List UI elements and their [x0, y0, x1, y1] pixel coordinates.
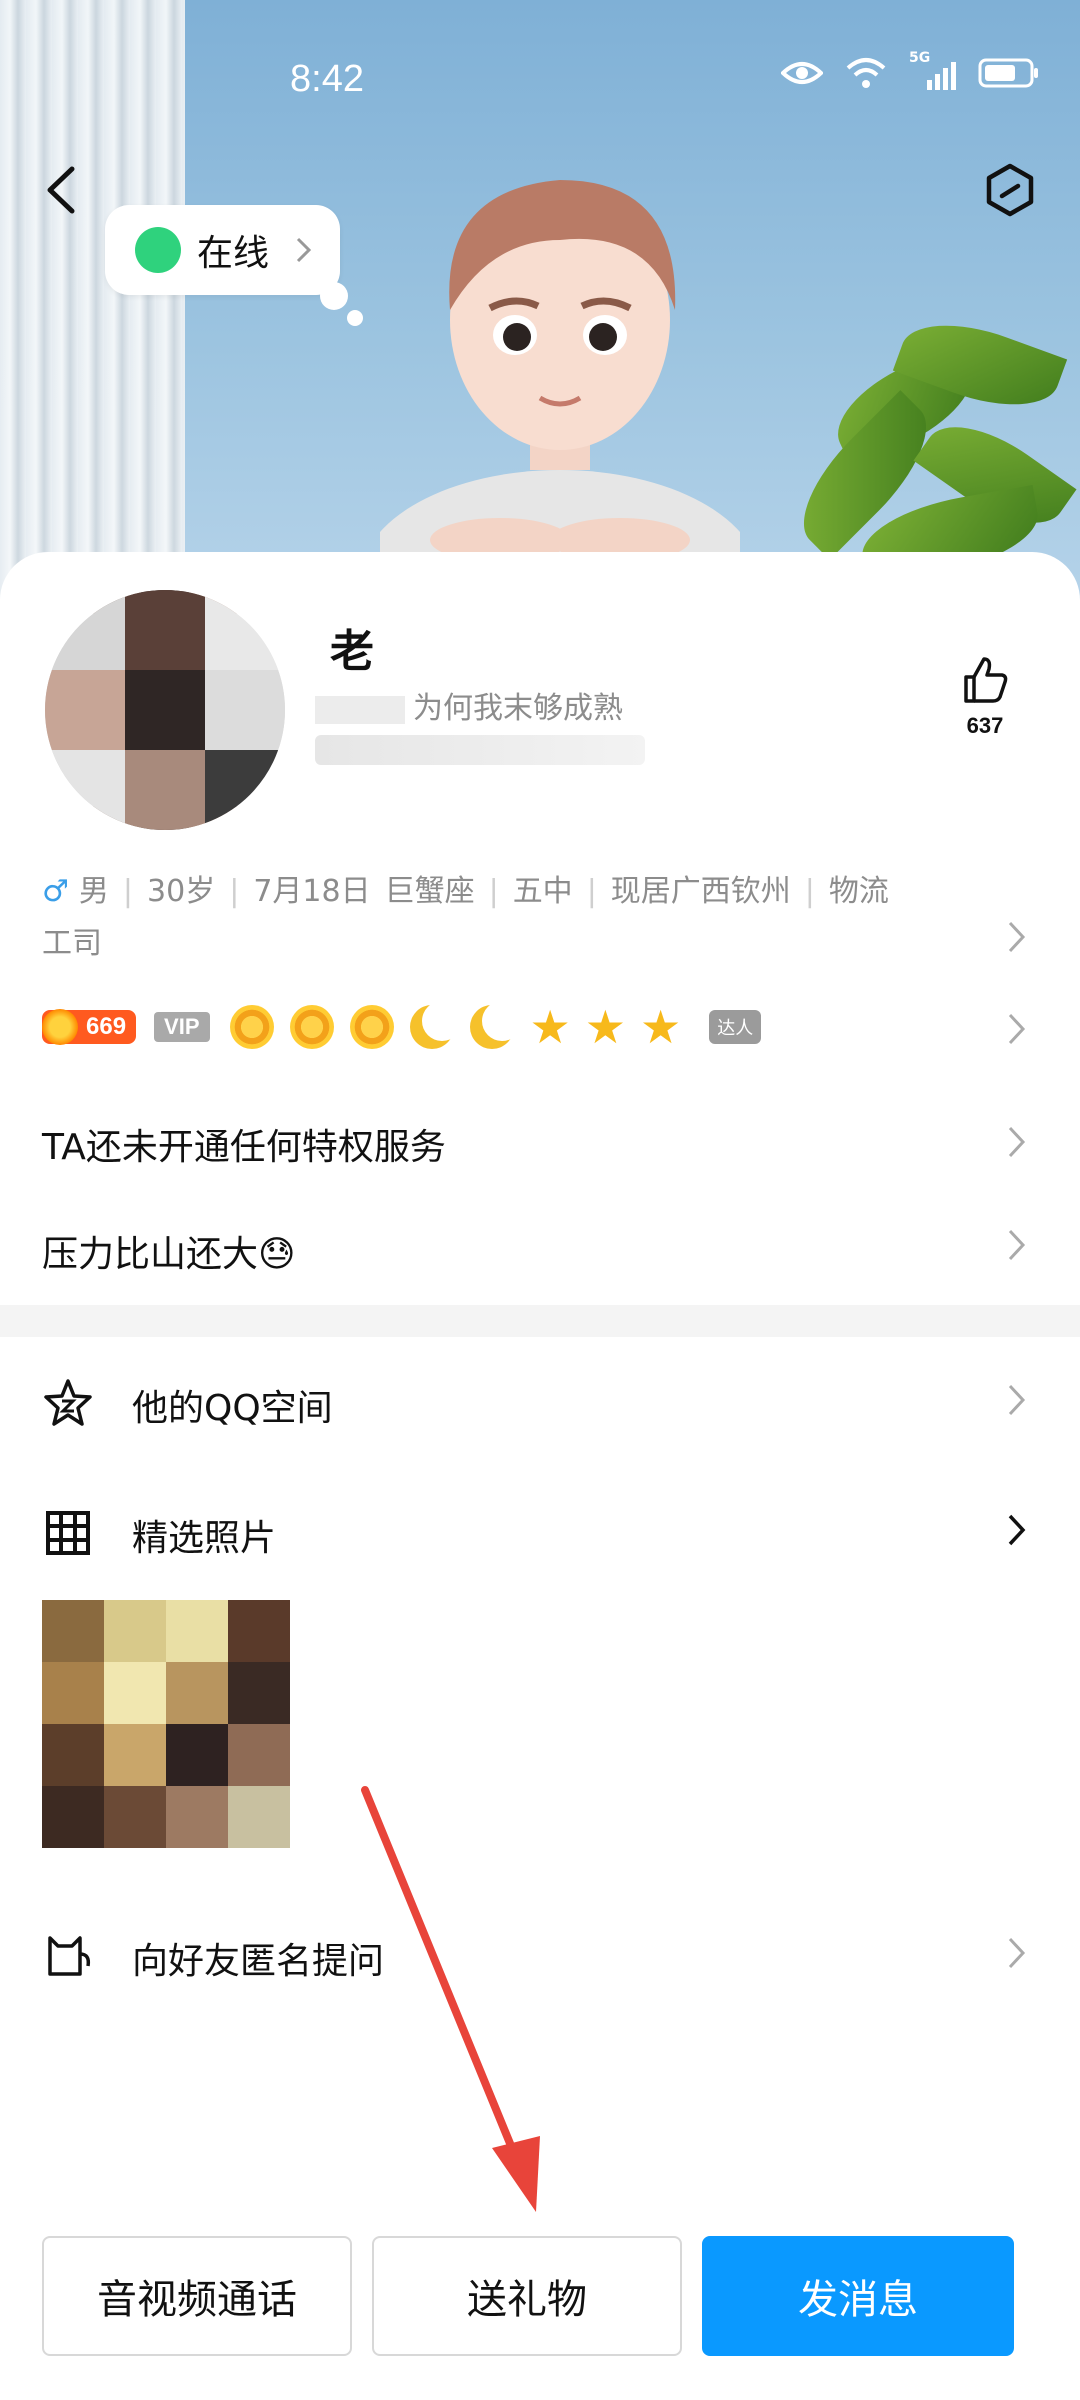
gender-male-icon: ♂ [42, 874, 69, 909]
bubble-tail [347, 310, 363, 326]
chevron-right-icon [1008, 1514, 1026, 1546]
send-gift-button[interactable]: 送礼物 [372, 2236, 682, 2356]
profile-name: 老 [330, 626, 374, 677]
status-bar: 8:42 5G [0, 0, 1080, 150]
like-button[interactable]: 637 [950, 655, 1020, 739]
chevron-right-icon [1008, 1126, 1026, 1158]
sun-icon [289, 1005, 334, 1049]
zplan-avatar[interactable] [380, 160, 740, 560]
level-value: 669 [86, 1013, 127, 1040]
thumbs-up-icon [964, 657, 1008, 703]
profile-avatar[interactable] [45, 590, 285, 830]
info-company-continued: 工司 [42, 926, 102, 961]
menu-label-anonymous-question: 向好友匿名提问 [132, 1941, 385, 1982]
level-coin-icon [42, 1009, 78, 1045]
moon-icon [409, 1001, 462, 1049]
back-arrow-icon[interactable] [38, 165, 88, 215]
badges-row[interactable]: 669 VIP ★ ★ ★ 达人 [42, 1000, 762, 1054]
moon-icon [469, 1001, 522, 1049]
info-location: 现居广西钦州 [610, 874, 791, 909]
menu-row-qzone[interactable]: 他的QQ空间 [0, 1355, 1080, 1445]
status-time: 8:42 [290, 58, 364, 100]
qq-number-redacted [315, 735, 645, 765]
menu-label-qzone: 他的QQ空间 [132, 1388, 333, 1429]
info-zodiac: 巨蟹座 [384, 874, 475, 909]
hexagon-settings-icon[interactable] [982, 162, 1038, 218]
featured-photo-thumbnail[interactable] [42, 1600, 290, 1848]
info-company: 物流 [828, 874, 889, 909]
profile-info-line[interactable]: ♂ 男 | 30岁 | 7月18日 巨蟹座 | 五中 | 现居广西钦州 | 物流 工司 [42, 866, 992, 970]
info-school: 五中 [512, 874, 573, 909]
profile-cover: 8:42 5G 在线 [0, 0, 1080, 620]
red-annotation-arrow [361, 1786, 540, 2212]
chevron-right-icon [1008, 921, 1026, 953]
grid-icon [46, 1511, 90, 1555]
daren-badge: 达人 [709, 1010, 762, 1044]
cat-box-icon [48, 1936, 91, 1976]
signal-icon: 5G [909, 50, 956, 90]
sun-icon [349, 1005, 394, 1049]
info-age: 30岁 [147, 874, 216, 909]
chevron-right-icon [1008, 1937, 1026, 1969]
info-birthday: 7月18日 [253, 874, 371, 909]
signature-prefix-redacted [315, 695, 405, 724]
vip-badge: VIP [154, 1012, 210, 1042]
bubble-tail [320, 282, 348, 310]
chevron-right-icon [1008, 1013, 1026, 1045]
status-icons: 5G [781, 50, 1040, 90]
sun-icon [229, 1005, 274, 1049]
star-icon: ★ [584, 1000, 627, 1054]
section-divider [0, 1305, 1080, 1337]
battery-icon [978, 58, 1038, 88]
chevron-right-icon [296, 237, 312, 263]
star-icon: ★ [529, 1000, 571, 1054]
star-icon: ★ [640, 1000, 682, 1054]
eye-icon [781, 62, 823, 84]
wifi-icon [846, 58, 886, 88]
profile-signature: 为何我末够成熟 [315, 683, 623, 727]
chevron-right-icon [1008, 1229, 1026, 1261]
menu-row-photos[interactable]: 精选照片 [0, 1485, 1080, 1575]
level-badge: 669 [42, 1009, 137, 1045]
mood-row[interactable]: 压力比山还大😓 [42, 1225, 296, 1277]
menu-label-photos: 精选照片 [132, 1518, 277, 1559]
online-dot-icon [135, 227, 181, 273]
signature-text: 为何我末够成熟 [413, 691, 623, 726]
like-count: 637 [966, 713, 1004, 738]
online-status-pill[interactable]: 在线 [105, 205, 340, 295]
send-message-button[interactable]: 发消息 [702, 2236, 1014, 2356]
online-status-text: 在线 [197, 233, 270, 274]
network-type-label: 5G [909, 50, 931, 66]
privilege-row[interactable]: TA还未开通任何特权服务 [42, 1118, 446, 1170]
chevron-right-icon [1008, 1384, 1026, 1416]
av-call-button[interactable]: 音视频通话 [42, 2236, 352, 2356]
info-gender: 男 [78, 874, 109, 909]
qzone-star-icon [44, 1379, 92, 1426]
